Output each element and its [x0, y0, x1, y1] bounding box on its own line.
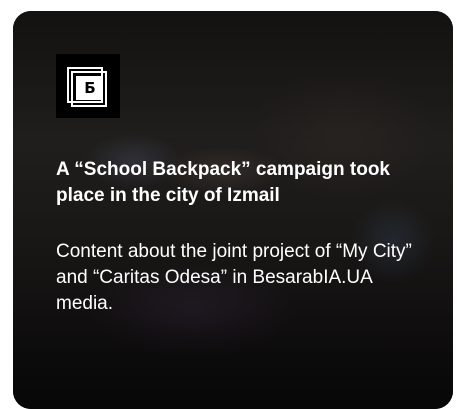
besarabia-logo-icon: Б [56, 54, 120, 118]
article-description: Content about the joint project of “My C… [56, 241, 412, 314]
news-card[interactable]: Б A “School Backpack” campaign took plac… [13, 11, 453, 409]
article-headline[interactable]: A “School Backpack” campaign took place … [56, 157, 426, 209]
logo-letter: Б [84, 79, 96, 97]
